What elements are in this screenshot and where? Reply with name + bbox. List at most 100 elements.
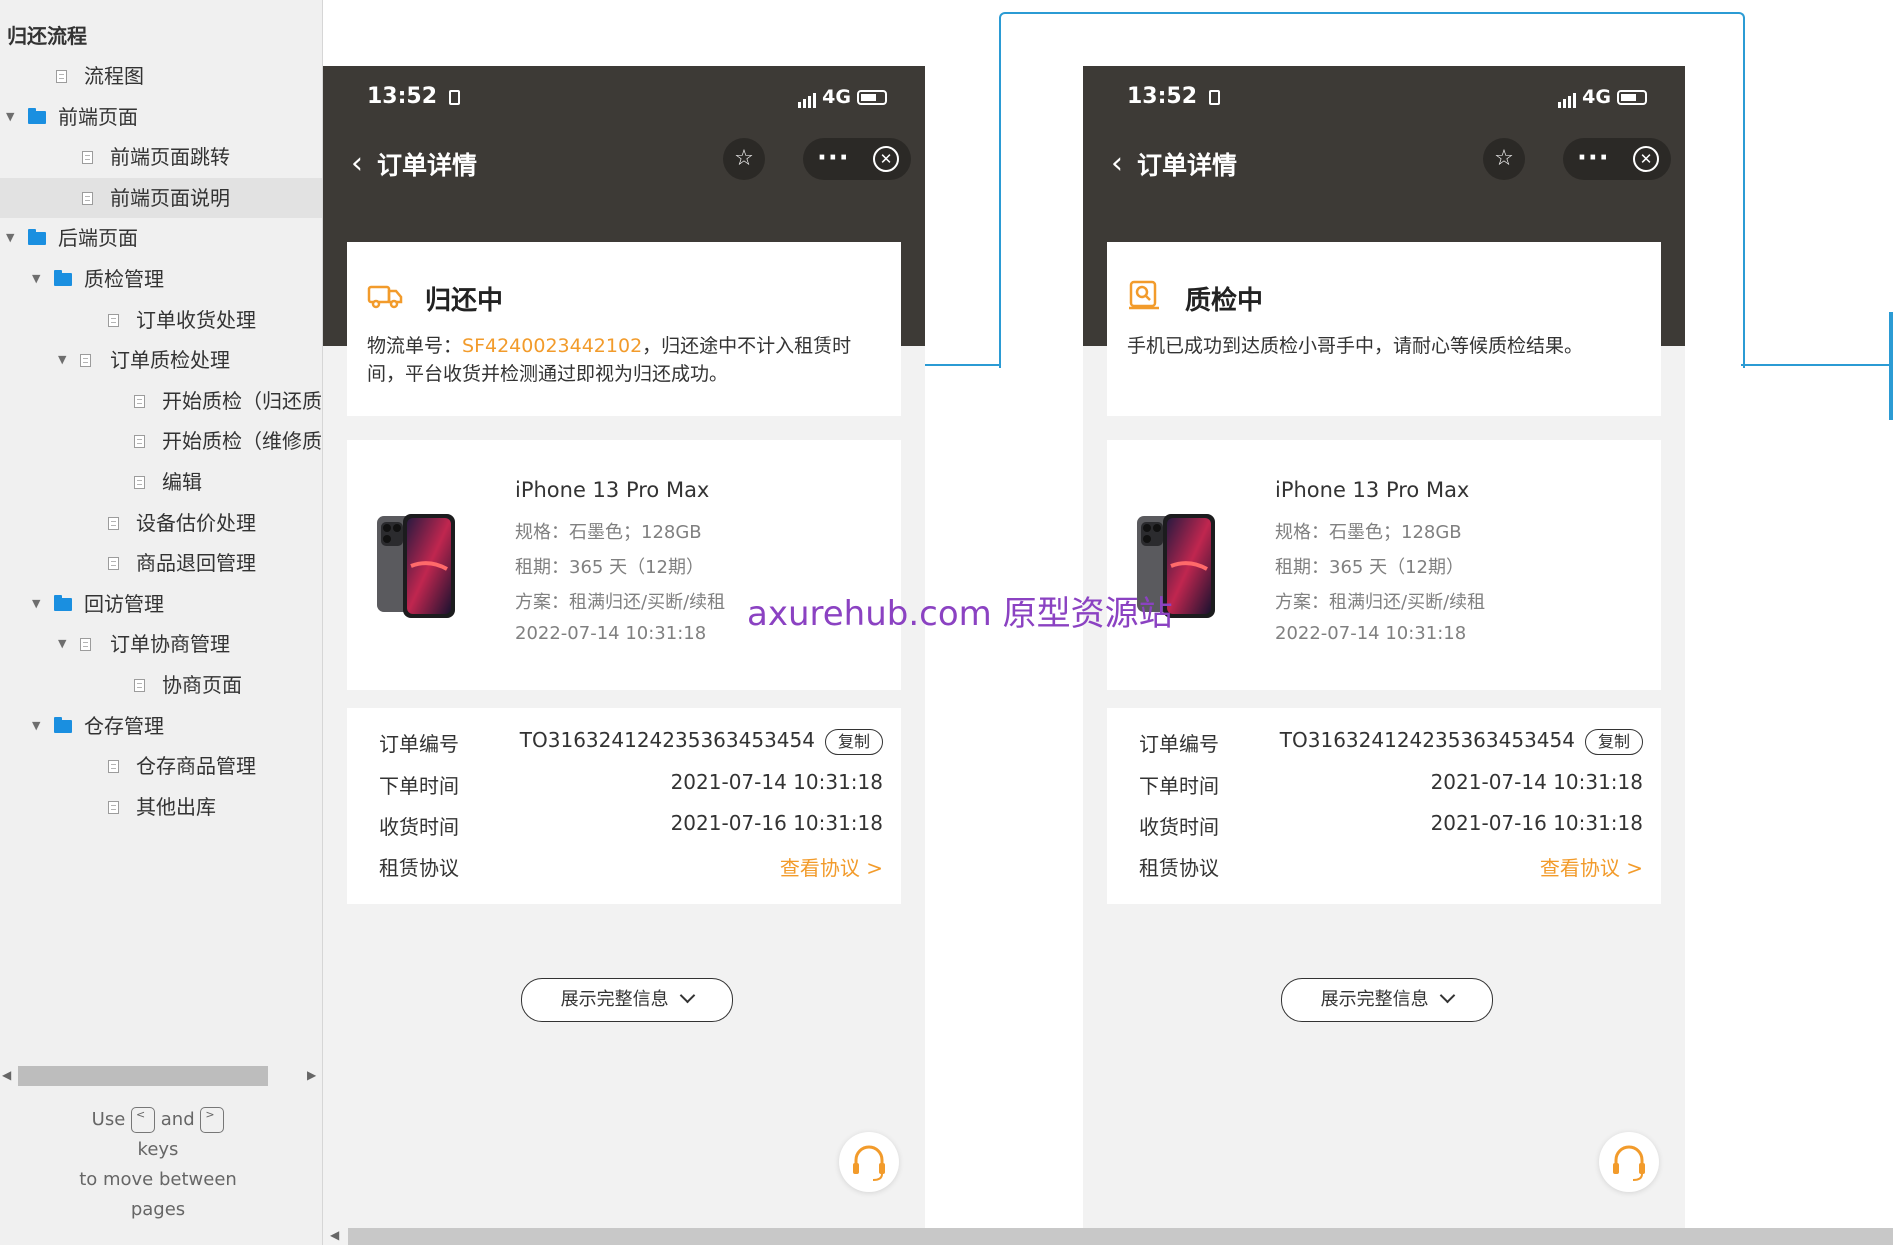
tree-item-label: 前端页面跳转 [110,145,230,170]
tree-item-label: 设备估价处理 [136,510,256,535]
tree-folder[interactable]: ▼ 回访管理 [0,584,322,625]
order-number-label: 订单编号 [1139,732,1219,756]
expand-arrow-icon[interactable]: ▼ [58,624,66,665]
tree-item-label: 编辑 [162,469,202,494]
tree-folder[interactable]: ▼ 质检管理 [0,259,322,300]
expand-arrow-icon[interactable]: ▼ [32,584,40,625]
more-icon[interactable]: ··· [817,140,850,176]
order-number-value-group: TO316324124235363453454 复制 [520,728,883,755]
close-icon[interactable]: ✕ [1633,146,1659,172]
keyboard-hint: Use < and > keys to move between pages [0,1105,316,1225]
tree-page[interactable]: 其他出库 [0,787,322,828]
star-icon[interactable]: ☆ [723,138,765,180]
expand-arrow-icon[interactable]: ▼ [32,259,40,300]
expand-arrow-icon[interactable]: ▼ [6,97,14,138]
expand-info-button[interactable]: 展示完整信息 [521,978,733,1022]
product-card: iPhone 13 Pro Max 规格：石墨色；128GB 租期：365 天（… [347,440,901,690]
tracking-label: 物流单号： [367,335,463,357]
back-chevron-icon[interactable]: ‹ [351,146,363,181]
flow-connector [923,364,1001,366]
product-name: iPhone 13 Pro Max [1275,478,1470,502]
tracking-number[interactable]: SF4240023442102 [462,335,642,357]
headset-icon [1613,1145,1645,1181]
tree-folder[interactable]: ▼ 前端页面 [0,97,322,138]
more-icon[interactable]: ··· [1577,140,1610,176]
order-time-row: 下单时间 2021-07-14 10:31:18 [379,770,883,800]
star-icon[interactable]: ☆ [1483,138,1525,180]
expand-arrow-icon[interactable]: ▼ [58,340,66,381]
signal-icon [1558,86,1578,108]
page-icon [80,638,91,652]
tree-page[interactable]: 流程图 [0,56,322,97]
copy-button[interactable]: 复制 [824,728,883,755]
status-description: 物流单号：SF4240023442102，归还途中不计入租赁时间，平台收货并检测… [367,332,885,388]
tree-page[interactable]: 前端页面跳转 [0,137,322,178]
page-icon [134,394,145,408]
status-time-text: 13:52 [367,84,438,109]
tree-item-label: 后端页面 [58,226,138,251]
status-title: 质检中 [1185,286,1264,316]
tree-item-label: 商品退回管理 [136,551,256,576]
hint-line2: to move between [79,1169,237,1190]
product-plan: 方案：租满归还/买断/续租 [1275,592,1486,613]
folder-icon [54,269,72,286]
receive-time: 2021-07-16 10:31:18 [1430,811,1643,835]
tree-page[interactable]: 设备估价处理 [0,503,322,544]
hint-and-text: and [160,1109,195,1130]
expand-info-label: 展示完整信息 [1320,989,1429,1010]
order-time: 2021-07-14 10:31:18 [1430,770,1643,794]
page-icon [80,354,91,368]
tree-page[interactable]: 开始质检（归还质检 [0,381,322,422]
tree-page[interactable]: 仓存商品管理 [0,746,322,787]
close-icon[interactable]: ✕ [873,146,899,172]
order-number: TO316324124235363453454 [519,728,815,752]
order-time-label: 下单时间 [1139,774,1219,798]
status-indicators: 4G [798,86,887,108]
network-type: 4G [822,86,851,108]
tree-page[interactable]: ▼ 订单质检处理 [0,340,322,381]
bottom-scroll-left-icon[interactable]: ◀ [330,1228,339,1242]
scroll-right-arrow-icon[interactable]: ▶ [307,1068,316,1082]
customer-service-button[interactable] [1599,1132,1659,1192]
tree-item-label: 其他出库 [136,794,216,819]
view-agreement-link[interactable]: 查看协议 > [780,852,883,881]
battery-icon [1617,90,1647,105]
customer-service-button[interactable] [839,1132,899,1192]
page-icon [82,191,93,205]
nav-title: 订单详情 [1137,151,1238,180]
tree-page[interactable]: ▼ 订单协商管理 [0,624,322,665]
tree-item-label: 协商页面 [162,672,242,697]
hint-use-text: Use [91,1109,126,1130]
tree-page[interactable]: 编辑 [0,462,322,503]
product-time: 2022-07-14 10:31:18 [1275,623,1467,644]
expand-info-button[interactable]: 展示完整信息 [1281,978,1493,1022]
order-time: 2021-07-14 10:31:18 [670,770,883,794]
status-time: 13:52 [1127,84,1220,109]
iphone-image [377,514,455,618]
tree-page[interactable]: 开始质检（维修质检 [0,421,322,462]
tree-item-label: 订单质检处理 [110,348,230,373]
expand-arrow-icon[interactable]: ▼ [32,706,40,747]
chevron-down-icon [1440,987,1456,1004]
agreement-row: 租赁协议 查看协议 > [1139,852,1643,882]
tree-page[interactable]: 商品退回管理 [0,543,322,584]
miniprogram-capsule: ··· ✕ [1563,138,1671,180]
back-chevron-icon[interactable]: ‹ [1111,146,1123,181]
miniprogram-capsule: ··· ✕ [803,138,911,180]
agreement-row: 租赁协议 查看协议 > [379,852,883,882]
tree-folder[interactable]: ▼ 后端页面 [0,218,322,259]
tree-folder[interactable]: ▼ 仓存管理 [0,706,322,747]
tree-page[interactable]: 前端页面说明 [0,177,322,219]
sidebar-horizontal-scrollbar[interactable] [18,1066,268,1086]
copy-button[interactable]: 复制 [1584,728,1643,755]
scroll-left-arrow-icon[interactable]: ◀ [2,1068,11,1082]
order-number: TO316324124235363453454 [1279,728,1575,752]
view-agreement-link[interactable]: 查看协议 > [1540,852,1643,881]
tree-page[interactable]: 订单收货处理 [0,300,322,341]
tree-page[interactable]: 协商页面 [0,665,322,706]
canvas-horizontal-scrollbar[interactable] [348,1228,1893,1245]
page-icon [82,151,93,165]
expand-arrow-icon[interactable]: ▼ [6,218,14,259]
tree-item-label: 质检管理 [84,266,164,291]
folder-icon [54,594,72,611]
